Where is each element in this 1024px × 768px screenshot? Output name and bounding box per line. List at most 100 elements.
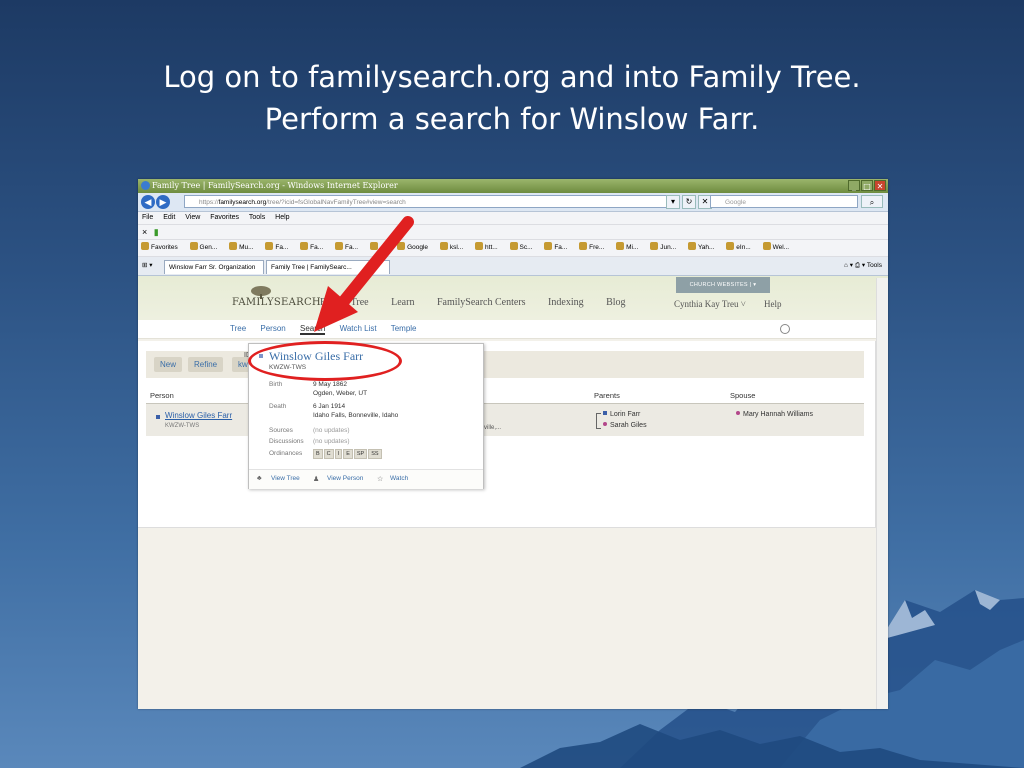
favorite-item[interactable]: Gen... [189,242,223,251]
favorite-item-label: Mu... [239,244,254,251]
tab-winslow-farr-org[interactable]: Winslow Farr Sr. Organization [164,260,264,274]
church-websites-label: CHURCH WEBSITES [689,282,748,288]
new-search-button[interactable]: New [154,357,183,372]
favorite-item-label: Jun... [660,244,677,251]
familysearch-logo[interactable]: FAMILYSEARCH [232,297,321,308]
favorites-label: Favorites [151,244,178,251]
page-icon [544,242,553,250]
page-icon [189,242,198,250]
column-parents: Parents [594,391,620,400]
spouse-name: Mary Hannah Williams [743,411,814,418]
favorite-item[interactable]: ksl... [439,242,468,251]
forward-icon[interactable]: ▶ [156,195,170,209]
favorite-item[interactable]: Sc... [509,242,538,251]
menu-file[interactable]: File [142,214,153,221]
ordinance-badge-e[interactable]: E [343,449,353,459]
page-icon [300,242,309,250]
birth-place: Ogden, Weber, UT [313,390,368,397]
url-prefix: https:// [199,199,219,206]
page-scrollbar[interactable] [876,278,888,709]
favorite-item[interactable]: Jun... [650,242,681,251]
menu-tools[interactable]: Tools [249,214,265,221]
user-menu[interactable]: Cynthia Kay Treu ˅ [674,299,746,309]
url-input[interactable]: https://familysearch.org/tree/?icid=fsGl… [184,195,672,208]
window-controls: _ □ ✕ [848,180,886,191]
dropdown-icon[interactable]: ▾ [666,195,680,209]
home-icon[interactable]: ⌂ ▾ [844,262,853,269]
result-residence-snippet: ville,... [484,425,502,431]
page-icon [762,242,771,250]
site-header: FAMILYSEARCH Family Tree Learn FamilySea… [138,276,888,320]
maximize-button[interactable]: □ [861,180,873,191]
favorite-item-label: Fa... [275,244,289,251]
ordinance-badge-i[interactable]: I [334,449,343,459]
close-button[interactable]: ✕ [874,180,886,191]
help-link[interactable]: Help [764,299,782,309]
menu-view[interactable]: View [185,214,200,221]
tools-menu[interactable]: Tools [867,262,882,269]
settings-icon[interactable] [780,324,790,334]
page-icon [265,242,274,250]
page-icon [650,242,659,250]
page-icon [687,242,696,250]
favorite-item[interactable]: Mu... [229,242,258,251]
view-person-link[interactable]: View Person [327,475,363,482]
red-circle-annotation [248,341,402,381]
print-icon[interactable]: ⎙ ▾ [855,262,865,269]
favorite-item-label: Wel... [772,244,790,251]
nav-familysearch-centers[interactable]: FamilySearch Centers [437,297,526,308]
quick-tabs-icon[interactable]: ⊞ ▾ [142,257,153,275]
birth-date: 9 May 1862 [313,381,347,388]
nav-blog[interactable]: Blog [606,297,625,308]
favorite-item[interactable]: Fa... [265,242,293,251]
parent-father[interactable]: Lorin Farr [603,411,640,418]
nav-indexing[interactable]: Indexing [548,297,584,308]
result-person-name[interactable]: Winslow Giles Farr [165,411,232,420]
browser-search-input[interactable]: Google [710,195,858,208]
page-icon [509,242,518,250]
refine-button[interactable]: Refine [188,357,224,372]
mother-name: Sarah Giles [610,422,647,429]
favorite-item[interactable]: Fa... [544,242,572,251]
ordinance-badge-b[interactable]: B [313,449,323,459]
sources-value: (no updates) [313,427,350,434]
spouse[interactable]: Mary Hannah Williams [736,411,813,418]
refresh-icon[interactable]: ↻ [682,195,696,209]
search-icon[interactable]: ⌕ [861,195,883,208]
favorite-item[interactable]: eIn... [726,242,755,251]
menu-edit[interactable]: Edit [163,214,175,221]
slide-title: Log on to familysearch.org and into Fami… [0,56,1024,140]
death-date: 6 Jan 1914 [313,403,346,410]
parents-bracket [596,413,601,429]
subnav-tree[interactable]: Tree [230,324,246,333]
slide-title-line-1: Log on to familysearch.org and into Fami… [163,60,861,94]
favorite-item[interactable]: Mi... [616,242,643,251]
menu-help[interactable]: Help [275,214,289,221]
favorites-button[interactable]: Favorites [141,242,183,251]
favorite-item[interactable]: Wel... [762,242,795,251]
watch-link[interactable]: Watch [390,475,408,482]
parent-mother[interactable]: Sarah Giles [603,422,647,429]
favorite-item-label: ksl... [449,244,464,251]
page-icon [475,242,484,250]
ordinance-badge-sp[interactable]: SP [353,449,368,459]
close-toolbar-icon[interactable]: × [142,227,147,237]
view-tree-link[interactable]: View Tree [271,475,300,482]
popup-footer: ♣ View Tree ♟ View Person ☆ Watch [249,469,483,489]
subnav-person[interactable]: Person [260,324,285,333]
church-websites-button[interactable]: CHURCH WEBSITES | ▾ [676,277,770,293]
menu-favorites[interactable]: Favorites [210,214,239,221]
favorite-item[interactable]: Yah... [687,242,720,251]
favorite-item-label: Gen... [199,244,218,251]
ordinance-badge-c[interactable]: C [323,449,334,459]
favorite-item[interactable]: Fre... [579,242,609,251]
favorite-item-label: Mi... [626,244,639,251]
slide-title-line-2: Perform a search for Winslow Farr. [264,102,760,136]
minimize-button[interactable]: _ [848,180,860,191]
ordinance-badge-ss[interactable]: SS [368,449,382,459]
favorite-item-label: Fre... [589,244,605,251]
back-icon[interactable]: ◀ [141,195,155,209]
death-label: Death [269,403,287,410]
favorite-item[interactable]: htt... [475,242,503,251]
favorite-item-label: Fa... [554,244,568,251]
